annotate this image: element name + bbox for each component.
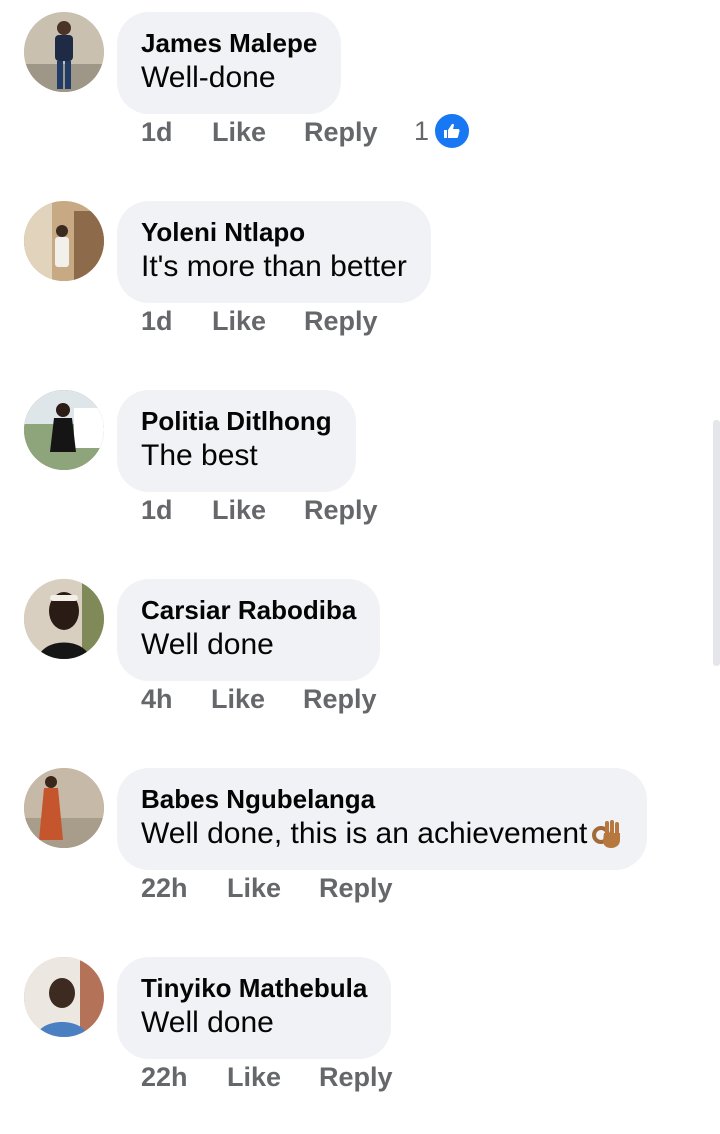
like-button[interactable]: Like xyxy=(227,1057,281,1097)
reaction-count: 1 xyxy=(414,115,430,146)
comment-text: It's more than better xyxy=(141,250,407,283)
comment-bubble: James Malepe Well-done xyxy=(117,12,342,114)
like-button[interactable]: Like xyxy=(211,679,265,719)
avatar[interactable] xyxy=(24,12,104,92)
comment-time[interactable]: 1d xyxy=(141,301,173,341)
comment-bubble: Yoleni Ntlapo It's more than better xyxy=(117,201,431,303)
comment-time[interactable]: 22h xyxy=(141,1057,188,1097)
like-button[interactable]: Like xyxy=(212,112,266,152)
reply-button[interactable]: Reply xyxy=(319,868,393,908)
person-avatar-icon xyxy=(24,957,104,1037)
comment-bubble: Tinyiko Mathebula Well done xyxy=(117,957,392,1059)
reply-button[interactable]: Reply xyxy=(304,301,378,341)
comment-bubble: Babes Ngubelanga Well done, this is an a… xyxy=(117,768,648,870)
comment-time[interactable]: 1d xyxy=(141,112,173,152)
avatar[interactable] xyxy=(24,768,104,848)
ok-hand-emoji-icon xyxy=(592,820,621,848)
comment-time[interactable]: 4h xyxy=(141,679,173,719)
comment-author[interactable]: Tinyiko Mathebula xyxy=(141,972,367,1004)
reply-button[interactable]: Reply xyxy=(319,1057,393,1097)
comment-author[interactable]: James Malepe xyxy=(141,27,317,59)
person-avatar-icon xyxy=(24,390,104,470)
comment-item: Babes Ngubelanga Well done, this is an a… xyxy=(0,756,720,945)
comment-text: The best xyxy=(141,439,258,472)
comment-text: Well done xyxy=(141,1006,274,1039)
like-button[interactable]: Like xyxy=(227,868,281,908)
person-avatar-icon xyxy=(24,768,104,848)
comment-item: Tinyiko Mathebula Well done 22h Like Rep… xyxy=(0,945,720,1134)
like-reaction-icon xyxy=(433,112,472,150)
person-avatar-icon xyxy=(24,201,104,281)
comment-author[interactable]: Babes Ngubelanga xyxy=(141,783,623,815)
comment-item: Carsiar Rabodiba Well done 4h Like Reply xyxy=(0,567,720,756)
reply-button[interactable]: Reply xyxy=(304,112,378,152)
comment-bubble: Politia Ditlhong The best xyxy=(117,390,356,492)
comment-text: Well done xyxy=(141,628,274,661)
comment-time[interactable]: 22h xyxy=(141,868,188,908)
avatar[interactable] xyxy=(24,201,104,281)
comment-author[interactable]: Politia Ditlhong xyxy=(141,405,332,437)
person-avatar-icon xyxy=(24,12,104,92)
comment-text: Well-done xyxy=(141,61,276,94)
comment-bubble: Carsiar Rabodiba Well done xyxy=(117,579,381,681)
comment-item: James Malepe Well-done 1d Like Reply 1 xyxy=(0,0,720,189)
reply-button[interactable]: Reply xyxy=(304,490,378,530)
scrollbar[interactable] xyxy=(713,420,720,666)
like-button[interactable]: Like xyxy=(212,490,266,530)
avatar[interactable] xyxy=(24,579,104,659)
comment-item: Politia Ditlhong The best 1d Like Reply xyxy=(0,378,720,567)
avatar[interactable] xyxy=(24,390,104,470)
comment-author[interactable]: Carsiar Rabodiba xyxy=(141,594,356,626)
comment-item: Yoleni Ntlapo It's more than better 1d L… xyxy=(0,189,720,378)
comment-time[interactable]: 1d xyxy=(141,490,173,530)
comment-text: Well done, this is an achievement xyxy=(141,815,623,853)
like-button[interactable]: Like xyxy=(212,301,266,341)
comment-author[interactable]: Yoleni Ntlapo xyxy=(141,216,407,248)
avatar[interactable] xyxy=(24,957,104,1037)
person-avatar-icon xyxy=(24,579,104,659)
reply-button[interactable]: Reply xyxy=(303,679,377,719)
reaction-summary[interactable]: 1 xyxy=(414,111,472,151)
